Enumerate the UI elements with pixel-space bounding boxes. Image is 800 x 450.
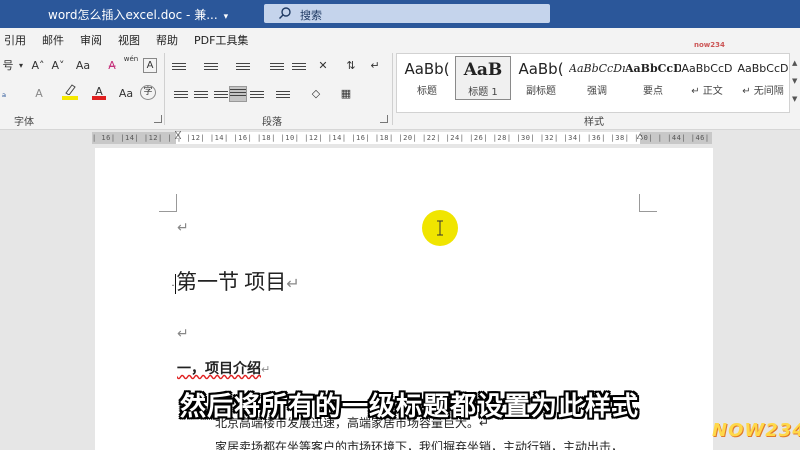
subscript-icon[interactable]: ₐ xyxy=(0,85,8,102)
menu-bar: 引用 邮件 审阅 视图 帮助 PDF工具集 xyxy=(0,28,800,49)
phonetic-guide-button[interactable]: wén xyxy=(122,55,140,72)
subheading-text: 一，项目介绍 xyxy=(177,362,261,377)
change-case-button[interactable]: Aa xyxy=(74,57,92,74)
multilevel-list-button[interactable] xyxy=(236,61,250,73)
style-normal[interactable]: AaBbCcD ↵ 正文 xyxy=(679,56,735,100)
justify-button[interactable] xyxy=(229,86,247,102)
bullets-button[interactable] xyxy=(172,61,186,73)
menu-view[interactable]: 视图 xyxy=(118,32,140,48)
style-sample: AaBbCcDı xyxy=(569,62,625,75)
decrease-indent-button[interactable] xyxy=(270,61,284,73)
text-effects-button[interactable]: A xyxy=(30,85,48,102)
document-title[interactable]: word怎么插入excel.doc - 兼... ▾ xyxy=(48,6,228,23)
font-group-label: 字体 xyxy=(14,117,34,128)
right-indent-marker-icon[interactable] xyxy=(637,131,643,139)
ruler-scale: | 16| |14| |12| | | |12| |14| |16| |18| … xyxy=(92,132,712,144)
align-center-button[interactable] xyxy=(194,89,208,101)
style-sample: AaBbCcD xyxy=(625,62,681,75)
ibeam-cursor-icon xyxy=(437,220,443,236)
ribbon-separator xyxy=(392,53,393,125)
style-name: 副标题 xyxy=(526,86,556,97)
style-heading-1[interactable]: AaB 标题 1 xyxy=(455,56,511,100)
search-box[interactable]: 搜索 xyxy=(264,4,550,23)
menu-mailings[interactable]: 邮件 xyxy=(42,32,64,48)
para-mark: ↵ xyxy=(261,363,271,376)
watermark-logo: NOW234 xyxy=(712,420,800,441)
styles-scroll-up-icon[interactable]: ▲ xyxy=(792,59,799,69)
search-placeholder: 搜索 xyxy=(300,9,322,22)
font-dialog-launcher[interactable] xyxy=(154,115,162,123)
ribbon-separator xyxy=(164,53,165,125)
menu-references[interactable]: 引用 xyxy=(4,32,26,48)
style-subtitle[interactable]: AaBb( 副标题 xyxy=(513,56,569,100)
menu-pdf-tools[interactable]: PDF工具集 xyxy=(194,32,248,48)
styles-group-label: 样式 xyxy=(584,117,604,128)
sort-button[interactable]: ⇅ xyxy=(344,57,358,74)
empty-paragraph[interactable]: ↵ xyxy=(177,326,189,342)
margin-corner xyxy=(639,194,657,212)
borders-button[interactable]: ▦ xyxy=(336,85,356,102)
menu-review[interactable]: 审阅 xyxy=(80,32,102,48)
font-color-button[interactable]: A xyxy=(92,83,106,100)
ruler-ticks: | 16| |14| |12| | | |12| |14| |16| |18| … xyxy=(92,134,712,142)
paragraph-group-label: 段落 xyxy=(262,117,282,128)
style-sample: AaBbCcD xyxy=(737,62,789,75)
style-strong[interactable]: AaBbCcD 要点 xyxy=(625,56,681,100)
style-name: 标题 xyxy=(417,86,437,97)
empty-paragraph[interactable]: ↵ xyxy=(177,220,189,236)
highlight-button[interactable] xyxy=(62,83,78,100)
style-name: 强调 xyxy=(587,86,607,97)
paragraph-dialog-launcher[interactable] xyxy=(380,115,388,123)
grow-font-button[interactable]: A˄ xyxy=(30,57,46,74)
ruler: | 16| |14| |12| | | |12| |14| |16| |18| … xyxy=(0,131,800,145)
styles-scroll-down-icon[interactable]: ▼ xyxy=(792,77,799,87)
video-caption: 然后将所有的一级标题都设置为此样式 xyxy=(180,392,640,422)
style-sample: AaBb( xyxy=(404,60,450,78)
heading-1-line[interactable]: ·第一节 项目↵ xyxy=(171,266,300,296)
style-emphasis[interactable]: AaBbCcDı 强调 xyxy=(569,56,625,100)
clear-format-button[interactable]: A̶ xyxy=(104,57,120,74)
margin-corner xyxy=(159,194,177,212)
shading-button[interactable]: ◇ xyxy=(306,85,326,102)
style-name: ↵ 无间隔 xyxy=(742,86,784,97)
title-bar: word怎么插入excel.doc - 兼... ▾ 搜索 xyxy=(0,0,800,28)
style-sample: AaB xyxy=(463,60,503,80)
heading-text: 第一节 项目 xyxy=(176,270,287,294)
numbering-button[interactable] xyxy=(204,61,218,73)
watermark-small-logo: now234 xyxy=(694,41,725,49)
enclose-char-button[interactable]: 字 xyxy=(140,85,156,100)
style-name: 标题 1 xyxy=(468,87,498,98)
style-sample: AaBb( xyxy=(518,60,564,78)
align-left-button[interactable] xyxy=(174,89,188,101)
heading-2-line[interactable]: 一，项目介绍↵ xyxy=(177,358,270,378)
search-icon xyxy=(279,7,291,19)
title-dropdown-icon[interactable]: ▾ xyxy=(224,12,229,22)
styles-more-icon[interactable]: ▼ xyxy=(792,95,799,105)
style-name: 要点 xyxy=(643,86,663,97)
para-mark: ↵ xyxy=(286,274,300,293)
increase-indent-button[interactable] xyxy=(292,61,306,73)
line-spacing-button[interactable] xyxy=(276,89,290,101)
style-title[interactable]: AaBb( 标题 xyxy=(399,56,455,100)
align-right-button[interactable] xyxy=(214,89,228,101)
indent-marker-icon[interactable] xyxy=(175,131,181,139)
style-name: ↵ 正文 xyxy=(691,86,723,97)
highlighter-icon xyxy=(65,84,76,96)
document-title-text: word怎么插入excel.doc - 兼... xyxy=(48,8,218,22)
style-sample: AaBbCcD xyxy=(681,62,733,75)
style-no-spacing[interactable]: AaBbCcD ↵ 无间隔 xyxy=(735,56,791,100)
char-shading-button[interactable]: Aa xyxy=(118,85,134,102)
show-marks-button[interactable]: ↵ xyxy=(368,57,382,74)
body-line-2[interactable]: 家居卖场都在坐等客户的市场环境下，我们摒弃坐销，主动行销，主动出击， xyxy=(215,438,623,450)
styles-gallery: AaBb( 标题 AaB 标题 1 AaBb( 副标题 AaBbCcDı 强调 … xyxy=(396,53,790,113)
font-size-box[interactable]: 号 xyxy=(0,57,16,74)
chinese-layout-button[interactable]: ✕ xyxy=(312,57,334,74)
font-size-dropdown-icon[interactable]: ▾ xyxy=(18,57,24,74)
char-border-button[interactable]: A xyxy=(143,58,157,73)
ribbon: 号 ▾ A˄ A˅ Aa A̶ wén A ₐ A A Aa 字 字体 ✕ ⇅ … xyxy=(0,49,800,130)
distributed-button[interactable] xyxy=(250,89,264,101)
menu-help[interactable]: 帮助 xyxy=(156,32,178,48)
shrink-font-button[interactable]: A˅ xyxy=(50,57,66,74)
